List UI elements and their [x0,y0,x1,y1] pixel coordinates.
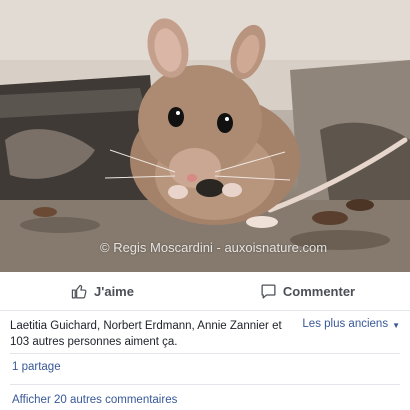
action-bar: J'aime Commenter [0,272,410,311]
view-more-comments-link[interactable]: Afficher 20 autres commentaires [12,394,177,406]
facebook-post: © Regis Moscardini - auxoisnature.com J'… [0,0,410,410]
mouse-photo-illustration [0,0,410,272]
caret-down-icon: ▼ [392,321,400,330]
divider [10,353,400,354]
like-button[interactable]: J'aime [0,283,205,300]
photo-watermark: © Regis Moscardini - auxoisnature.com [100,240,328,255]
reactions-summary: Laetitia Guichard, Norbert Erdmann, Anni… [10,318,400,350]
shares-link[interactable]: 1 partage [12,361,61,373]
thumbs-up-icon [71,283,88,300]
sort-label: Les plus anciens [302,318,389,330]
comment-label: Commenter [282,283,356,299]
likes-text[interactable]: Laetitia Guichard, Norbert Erdmann, Anni… [10,318,300,350]
like-label: J'aime [94,283,134,299]
comment-button[interactable]: Commenter [205,283,410,300]
comment-sort-dropdown[interactable]: Les plus anciens ▼ [302,318,400,350]
post-photo[interactable]: © Regis Moscardini - auxoisnature.com [0,0,410,272]
speech-bubble-icon [260,283,277,300]
divider [10,384,400,385]
